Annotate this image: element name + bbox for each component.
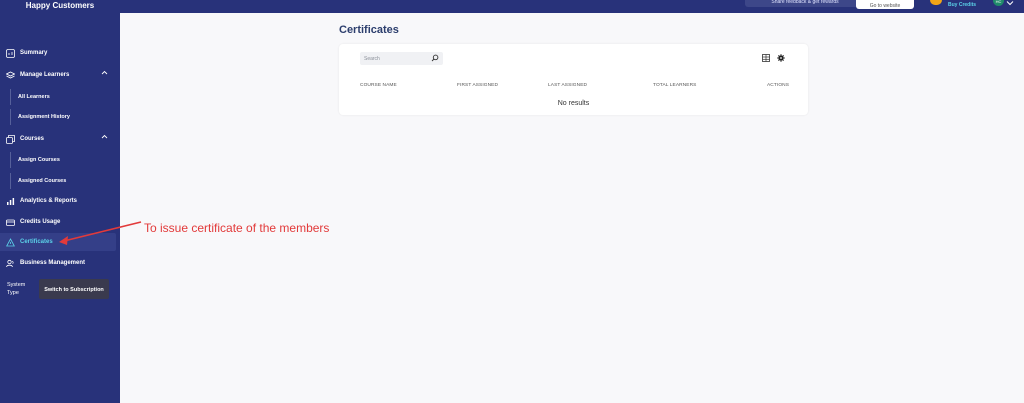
go-to-website-button[interactable]: Go to website — [856, 0, 914, 9]
sidebar-item-label: Summary — [20, 50, 48, 56]
credit-card-icon — [6, 218, 15, 227]
search-icon[interactable] — [431, 54, 439, 62]
system-type-row: System Type Switch to Subscription — [7, 279, 117, 299]
sidebar-item-courses[interactable]: Courses — [0, 130, 120, 148]
bar-chart-icon — [6, 197, 15, 206]
chart-icon — [6, 48, 15, 58]
sidebar: Happy Customers Summary Manage Learners … — [0, 0, 120, 403]
gear-icon[interactable] — [777, 54, 785, 62]
sidebar-item-label: Courses — [20, 136, 45, 142]
page-title: Certificates — [339, 24, 399, 36]
table-columns-icon[interactable] — [762, 54, 770, 62]
column-header-last-assigned[interactable]: LAST ASSIGNED — [548, 83, 587, 88]
chevron-up-icon — [101, 134, 108, 141]
sidebar-item-business-management[interactable]: Business Management — [0, 254, 120, 272]
sidebar-item-assignment-history[interactable]: Assignment History — [10, 109, 120, 125]
users-icon — [6, 259, 15, 268]
sidebar-item-label: Assigned Courses — [18, 178, 67, 184]
sidebar-item-summary[interactable]: Summary — [0, 44, 120, 62]
sidebar-item-label: Assignment History — [18, 114, 70, 120]
sidebar-item-analytics[interactable]: Analytics & Reports — [0, 192, 120, 210]
chevron-up-icon — [101, 70, 108, 77]
column-header-course-name[interactable]: COURSE NAME — [360, 83, 397, 88]
column-header-first-assigned[interactable]: FIRST ASSIGNED — [457, 83, 498, 88]
sidebar-item-label: Manage Learners — [20, 72, 70, 78]
sidebar-item-all-learners[interactable]: All Learners — [10, 89, 120, 105]
sidebar-item-manage-learners[interactable]: Manage Learners — [0, 66, 120, 84]
chevron-down-icon[interactable] — [1006, 0, 1014, 6]
share-feedback-button[interactable]: Share feedback & get rewards — [745, 0, 865, 7]
avatar[interactable]: HC — [993, 0, 1004, 6]
annotation-text: To issue certificate of the members — [144, 221, 330, 235]
buy-credits-link[interactable]: Buy Credits — [948, 2, 976, 8]
column-header-actions: ACTIONS — [767, 83, 790, 88]
brand-name: Happy Customers — [25, 1, 95, 10]
certificates-table-card: COURSE NAME FIRST ASSIGNED LAST ASSIGNED… — [339, 44, 808, 115]
layers-icon — [6, 71, 15, 80]
certificate-icon — [6, 237, 15, 247]
empty-state-text: No results — [557, 100, 590, 107]
sidebar-item-label: Business Management — [20, 260, 86, 266]
system-type-label: System Type — [7, 282, 26, 296]
sidebar-item-label: Assign Courses — [18, 157, 60, 163]
sidebar-item-label: Certificates — [20, 239, 53, 245]
sidebar-item-label: All Learners — [18, 94, 50, 100]
sidebar-item-assign-courses[interactable]: Assign Courses — [10, 152, 120, 168]
top-bar: Share feedback & get rewards Go to websi… — [120, 0, 1024, 13]
switch-to-subscription-button[interactable]: Switch to Subscription — [39, 279, 109, 299]
column-header-total-learners[interactable]: TOTAL LEARNERS — [653, 83, 696, 88]
annotation-arrow — [59, 221, 142, 245]
go-to-website-label: Go to website — [869, 3, 901, 9]
sidebar-item-assigned-courses[interactable]: Assigned Courses — [10, 173, 120, 189]
sidebar-item-label: Analytics & Reports — [20, 198, 78, 204]
copy-icon — [6, 134, 15, 144]
coin-icon — [930, 0, 942, 5]
